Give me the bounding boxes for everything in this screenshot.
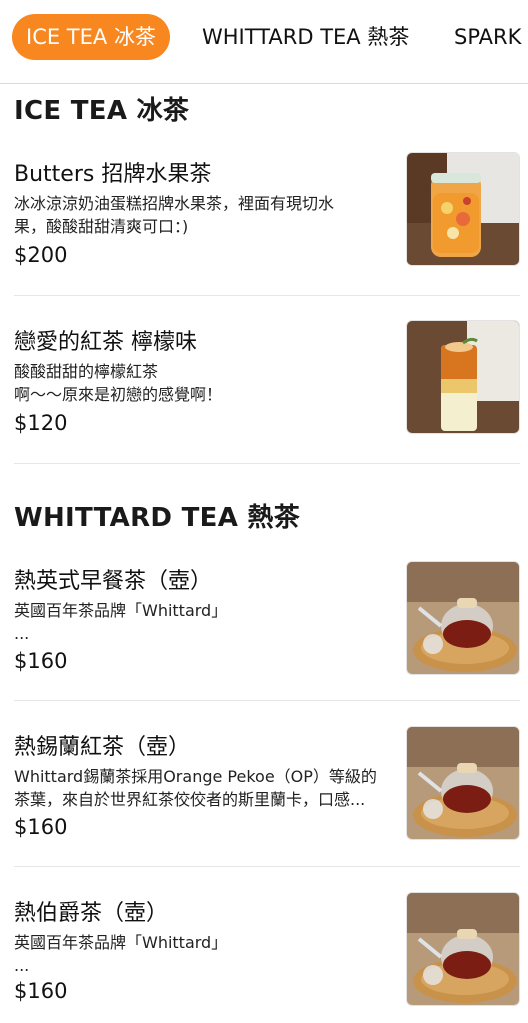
menu-item[interactable]: Butters 招牌水果茶 冰冰涼涼奶油蛋糕招牌水果茶，裡面有現切水 果，酸酸甜… (0, 152, 528, 276)
item-name: 熱英式早餐茶（壺） (14, 569, 213, 594)
teapot-image (406, 892, 520, 1006)
section-title-ice-tea: ICE TEA 冰茶 (14, 96, 190, 126)
tab-ice-tea[interactable]: ICE TEA 冰茶 (12, 14, 170, 60)
item-description: 酸酸甜甜的檸檬紅茶 啊～～原來是初戀的感覺啊！ (14, 362, 223, 404)
item-price: $160 (14, 649, 68, 673)
category-tab-bar: ICE TEA 冰茶 WHITTARD TEA 熱茶 SPARK (0, 0, 528, 84)
teapot-image (406, 726, 520, 840)
item-name: Butters 招牌水果茶 (14, 162, 212, 187)
item-divider (14, 295, 520, 296)
item-price: $200 (14, 243, 68, 267)
item-description: 英國百年茶品牌「Whittard」 ... (14, 933, 228, 975)
item-description: 冰冰涼涼奶油蛋糕招牌水果茶，裡面有現切水 果，酸酸甜甜清爽可口：) (14, 194, 335, 236)
item-divider (14, 463, 520, 464)
teapot-image (406, 561, 520, 675)
menu-item[interactable]: 熱伯爵茶（壺） 英國百年茶品牌「Whittard」 ... $160 (0, 892, 528, 1015)
menu-item[interactable]: 戀愛的紅茶 檸檬味 酸酸甜甜的檸檬紅茶 啊～～原來是初戀的感覺啊！ $120 (0, 320, 528, 444)
item-name: 熱伯爵茶（壺） (14, 901, 169, 926)
item-price: $160 (14, 815, 68, 839)
menu-item[interactable]: 熱錫蘭紅茶（壺） Whittard錫蘭茶採用Orange Pekoe（OP）等級… (0, 726, 528, 849)
item-description: 英國百年茶品牌「Whittard」 ... (14, 601, 228, 643)
item-name: 戀愛的紅茶 檸檬味 (14, 330, 197, 355)
lemon-black-tea-glass-image (406, 320, 520, 434)
item-description: Whittard錫蘭茶採用Orange Pekoe（OP）等級的 茶葉，來自於世… (14, 767, 377, 809)
item-name: 熱錫蘭紅茶（壺） (14, 735, 191, 760)
item-price: $120 (14, 411, 68, 435)
tab-whittard-tea[interactable]: WHITTARD TEA 熱茶 (188, 14, 423, 60)
tab-sparkling[interactable]: SPARK (440, 14, 528, 60)
section-title-whittard-tea: WHITTARD TEA 熱茶 (14, 503, 301, 533)
item-price: $160 (14, 979, 68, 1003)
item-divider (14, 700, 520, 701)
menu-item[interactable]: 熱英式早餐茶（壺） 英國百年茶品牌「Whittard」 ... $160 (0, 561, 528, 683)
item-divider (14, 866, 520, 867)
fruit-tea-jar-image (406, 152, 520, 266)
